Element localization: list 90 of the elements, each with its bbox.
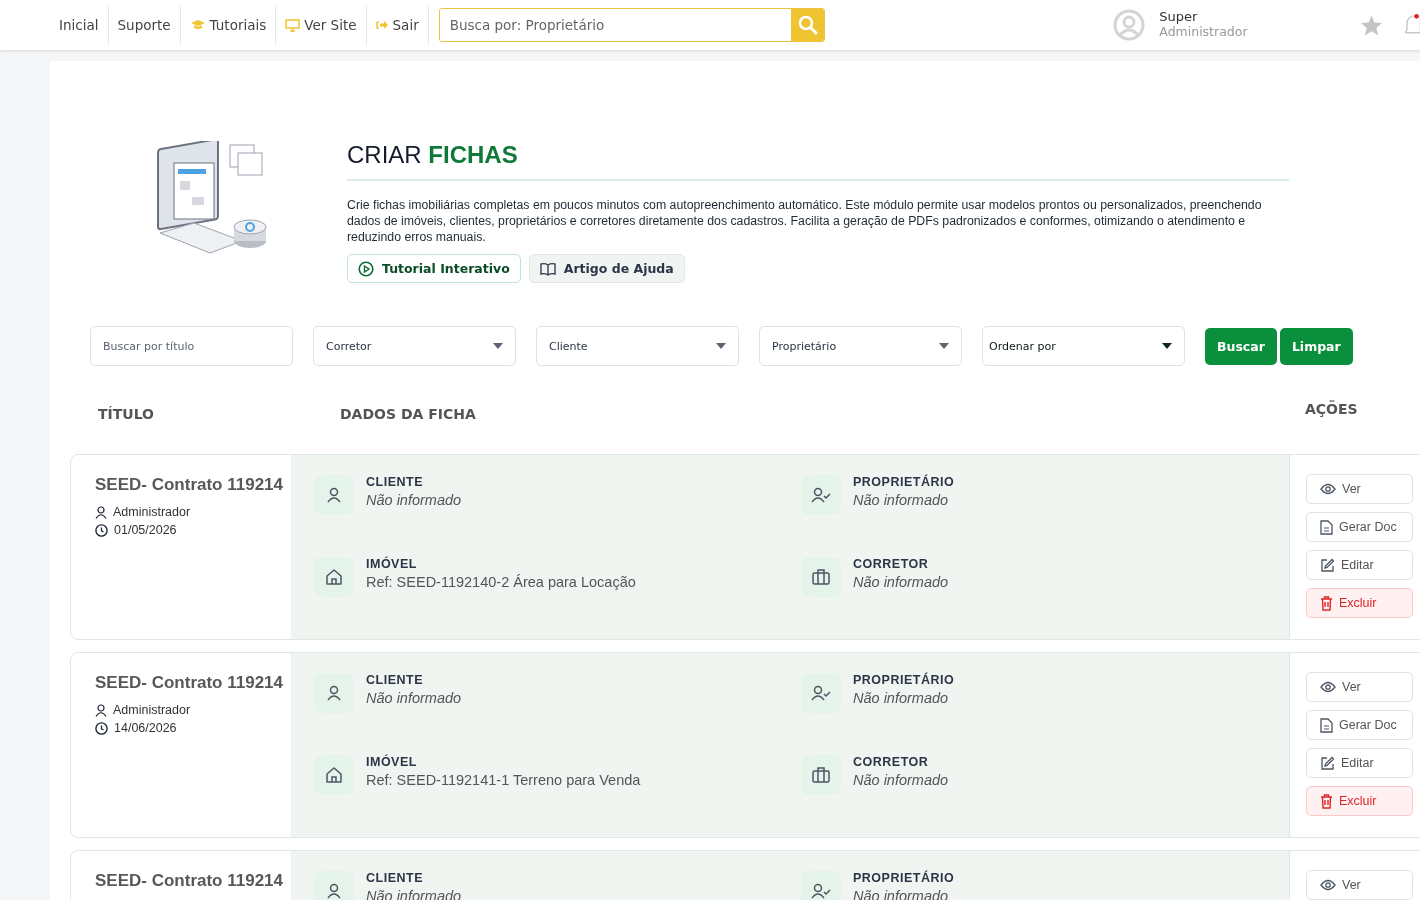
search-button[interactable] [791,9,825,41]
house-icon [314,557,354,597]
record-author: Administrador [113,703,191,717]
avatar-icon [1113,9,1146,41]
field-value: Não informado [366,690,462,706]
caret-icon [939,343,949,349]
field-label: CORRETOR [853,755,930,769]
record-author: Administrador [113,505,191,519]
filter-dropdown[interactable]: Cliente [536,326,739,366]
tutorial-button[interactable]: Tutorial Interativo [347,254,521,283]
record-date: 14/06/2026 [114,721,177,735]
person-check-icon [801,475,841,515]
help-article-button[interactable]: Artigo de Ajuda [528,254,685,283]
trash-icon [1320,793,1333,809]
monitor-icon [285,18,301,32]
filter-dropdown[interactable]: Ordenar por [982,326,1185,366]
field-value: Não informado [853,574,949,590]
field-label: PROPRIETÁRIO [853,871,955,885]
clock-icon [95,523,108,537]
eye-icon [1320,681,1336,693]
user-icon [95,703,107,717]
delete-button[interactable]: Excluir [1306,786,1413,816]
field-label: CLIENTE [366,475,424,489]
title-search-field[interactable]: Buscar por título [90,326,293,366]
briefcase-icon [801,755,841,795]
person-icon [314,673,354,713]
user-name: Super [1159,10,1199,26]
view-button[interactable]: Ver [1306,474,1413,504]
nav-link[interactable]: Ver Site [275,5,366,45]
view-button[interactable]: Ver [1306,870,1413,900]
field-value: Ref: SEED-1192141-1 Terreno para Venda [366,772,641,788]
edit-button[interactable]: Editar [1306,550,1413,580]
caret-icon [716,343,726,349]
page-title: CRIAR FICHAS [347,141,1289,181]
field-label: IMÓVEL [366,557,418,571]
house-icon [314,755,354,795]
field-label: CORRETOR [853,557,930,571]
nav-link[interactable]: Tutoriais [179,5,276,45]
edit-icon [1320,557,1335,573]
field-label: PROPRIETÁRIO [853,673,955,687]
field-value: Não informado [853,492,950,508]
play-icon [358,260,374,277]
generate-doc-button[interactable]: Gerar Doc [1306,512,1413,542]
field-label: CLIENTE [366,673,424,687]
record-title: SEED- Contrato 119214 [95,673,284,693]
person-check-icon [801,673,841,713]
user-icon [95,505,107,519]
column-header: TÍTULO [98,406,154,422]
eye-icon [1320,483,1336,495]
page-description: Crie fichas imobiliárias completas em poucos minutos com autopreenchimento automático. Este módulo permite usar modelos prontos ou personalizados, preenchendo dados de imóveis, clientes, proprietários e corretores diretamente dos cadastros. Facilita a geração de PDFs padronizados e conformes, otimizando o atendimento e reduzindo erros manuais. [347,197,1263,245]
caret-icon [1162,343,1172,349]
view-button[interactable]: Ver [1306,672,1413,702]
field-value: Não informado [366,492,462,508]
book-icon [539,261,556,276]
document-icon [1320,519,1333,535]
record-date: 01/05/2026 [114,523,177,537]
graduation-cap-icon [189,19,206,31]
filter-dropdown[interactable]: Corretor [313,326,516,366]
field-value: Não informado [853,772,949,788]
field-value: Não informado [853,690,950,706]
clock-icon [95,721,108,735]
field-label: CLIENTE [366,871,424,885]
search-field[interactable]: Busca por: Proprietário [438,8,826,42]
column-header: DADOS DA FICHA [340,406,476,422]
user-role: Administrador [1159,25,1248,40]
person-icon [314,475,354,515]
document-icon [1320,717,1333,733]
edit-button[interactable]: Editar [1306,748,1413,778]
record-title: SEED- Contrato 119214 [95,475,284,495]
record-title: SEED- Contrato 119214 [95,871,284,891]
briefcase-icon [801,557,841,597]
nav-link[interactable]: Suporte [107,5,180,45]
search-icon [797,15,818,35]
search-submit-button[interactable]: Buscar [1205,327,1277,365]
trash-icon [1320,595,1333,611]
filter-dropdown[interactable]: Proprietário [759,326,962,366]
column-header: AÇÕES [1305,401,1358,417]
exit-icon [375,19,389,31]
star-icon[interactable] [1359,13,1383,37]
nav-link[interactable]: Sair [365,5,429,45]
eye-icon [1320,879,1336,891]
field-value: Ref: SEED-1192140-2 Área para Locação [366,574,636,590]
field-label: IMÓVEL [366,755,418,769]
clear-button[interactable]: Limpar [1279,327,1353,365]
field-label: PROPRIETÁRIO [853,475,955,489]
caret-icon [493,343,503,349]
delete-button[interactable]: Excluir [1306,588,1413,618]
edit-icon [1320,755,1335,771]
nav-link[interactable]: Inicial [50,5,108,45]
generate-doc-button[interactable]: Gerar Doc [1306,710,1413,740]
